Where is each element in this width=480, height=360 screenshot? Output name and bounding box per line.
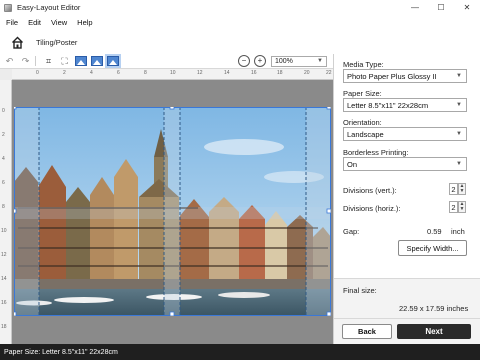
close-button[interactable]: ✕ (454, 0, 480, 15)
gap-label: Gap: (343, 227, 360, 236)
menu-bar: File Edit View Help (0, 15, 480, 29)
fit-icon[interactable]: ⛶ (58, 55, 71, 67)
zoom-select[interactable]: 100% ▼ (271, 55, 327, 67)
next-button[interactable]: Next (397, 324, 471, 339)
image-fill-icon[interactable] (91, 56, 103, 66)
status-bar: Paper Size: Letter 8.5"x11" 22x28cm (0, 344, 480, 360)
home-icon-glyph (11, 36, 23, 49)
div-vert-label: Divisions (vert.): (343, 186, 397, 195)
ruler-label: 16 (251, 70, 257, 76)
window-title: Easy-Layout Editor (17, 3, 81, 12)
chevron-down-icon: ▼ (456, 102, 462, 108)
ruler-label: 6 (2, 180, 5, 186)
layout-canvas[interactable] (12, 80, 333, 344)
poster-photo (14, 107, 331, 316)
div-horiz-label: Divisions (horiz.): (343, 204, 401, 213)
redo-icon[interactable]: ↷ (19, 55, 32, 67)
ruler-label: 2 (2, 132, 5, 138)
ruler-label: 14 (224, 70, 230, 76)
menu-help[interactable]: Help (77, 18, 92, 27)
panel-divider (334, 318, 480, 319)
horizontal-ruler: 0 2 4 6 8 10 12 14 16 18 20 22 (12, 69, 333, 80)
media-type-select[interactable]: Photo Paper Plus Glossy II ▼ (343, 69, 467, 83)
ruler-label: 0 (2, 108, 5, 114)
ruler-label: 10 (1, 228, 7, 234)
ruler-label: 2 (63, 70, 66, 76)
edit-toolbar: ↶ ↷ ⌗ ⛶ − + 100% ▼ (0, 54, 333, 69)
paper-size-select[interactable]: Letter 8.5"x11" 22x28cm ▼ (343, 98, 467, 112)
ruler-label: 18 (277, 70, 283, 76)
ruler-label: 0 (36, 70, 39, 76)
ruler-label: 12 (1, 252, 7, 258)
ruler-label: 10 (170, 70, 176, 76)
minimize-button[interactable]: — (402, 0, 428, 15)
menu-view[interactable]: View (51, 18, 67, 27)
div-horiz-value[interactable]: 2 (449, 201, 458, 213)
status-text: Paper Size: Letter 8.5"x11" 22x28cm (4, 348, 118, 356)
poster-preview[interactable] (14, 107, 331, 316)
undo-icon[interactable]: ↶ (3, 55, 16, 67)
ruler-corner (0, 69, 12, 80)
final-size-value: 22.59 x 17.59 inches (399, 304, 469, 313)
gap-value[interactable]: 0.59 (427, 227, 442, 236)
menu-edit[interactable]: Edit (28, 18, 41, 27)
specify-width-button[interactable]: Specify Width... (398, 240, 467, 256)
ruler-label: 22 (326, 70, 332, 76)
orientation-select[interactable]: Landscape ▼ (343, 127, 467, 141)
final-size-area: Final size: 22.59 x 17.59 inches Back Ne… (334, 278, 480, 344)
paper-size-label: Paper Size: (343, 89, 382, 98)
zoom-out-icon[interactable]: − (238, 55, 250, 67)
ruler-label: 18 (1, 324, 7, 330)
chevron-down-icon: ▼ (456, 73, 462, 79)
ruler-label: 8 (144, 70, 147, 76)
crop-icon[interactable]: ⌗ (42, 55, 55, 67)
ruler-label: 4 (90, 70, 93, 76)
toolbar-divider (35, 56, 36, 66)
orientation-value: Landscape (347, 129, 384, 139)
ruler-label: 20 (304, 70, 310, 76)
ruler-label: 6 (117, 70, 120, 76)
ruler-label: 14 (1, 276, 7, 282)
chevron-down-icon: ▼ (456, 131, 462, 137)
borderless-select[interactable]: On ▼ (343, 157, 467, 171)
div-horiz-stepper[interactable]: ▲ ▼ (458, 201, 466, 213)
media-type-label: Media Type: (343, 60, 384, 69)
final-size-label: Final size: (343, 286, 377, 295)
panel-divider (334, 278, 480, 279)
title-bar: Easy-Layout Editor — ☐ ✕ (0, 0, 480, 15)
breadcrumb: Tiling/Poster (36, 37, 78, 47)
back-button[interactable]: Back (342, 324, 392, 339)
home-icon[interactable] (10, 35, 24, 49)
gap-unit: inch (451, 227, 465, 236)
image-tile-icon[interactable] (105, 54, 121, 68)
div-vert-stepper[interactable]: ▲ ▼ (458, 183, 466, 195)
ruler-label: 4 (2, 156, 5, 162)
vertical-ruler: 0 2 4 6 8 10 12 14 16 18 (0, 80, 12, 344)
chevron-down-icon: ▼ (317, 57, 323, 64)
image-fit-icon[interactable] (75, 56, 87, 66)
borderless-label: Borderless Printing: (343, 148, 409, 157)
chevron-down-icon: ▼ (456, 161, 462, 167)
media-type-value: Photo Paper Plus Glossy II (347, 71, 437, 81)
settings-panel: Media Type: Photo Paper Plus Glossy II ▼… (333, 54, 480, 344)
window-controls: — ☐ ✕ (402, 0, 480, 15)
ruler-label: 12 (197, 70, 203, 76)
div-vert-value[interactable]: 2 (449, 183, 458, 195)
ruler-label: 8 (2, 204, 5, 210)
nav-bar: Tiling/Poster (0, 30, 480, 54)
zoom-value: 100% (275, 57, 293, 65)
orientation-label: Orientation: (343, 118, 382, 127)
ruler-label: 16 (1, 300, 7, 306)
app-icon (4, 3, 12, 12)
paper-size-value: Letter 8.5"x11" 22x28cm (347, 100, 429, 110)
zoom-in-icon[interactable]: + (254, 55, 266, 67)
menu-file[interactable]: File (6, 18, 18, 27)
maximize-button[interactable]: ☐ (428, 0, 454, 15)
borderless-value: On (347, 159, 358, 169)
